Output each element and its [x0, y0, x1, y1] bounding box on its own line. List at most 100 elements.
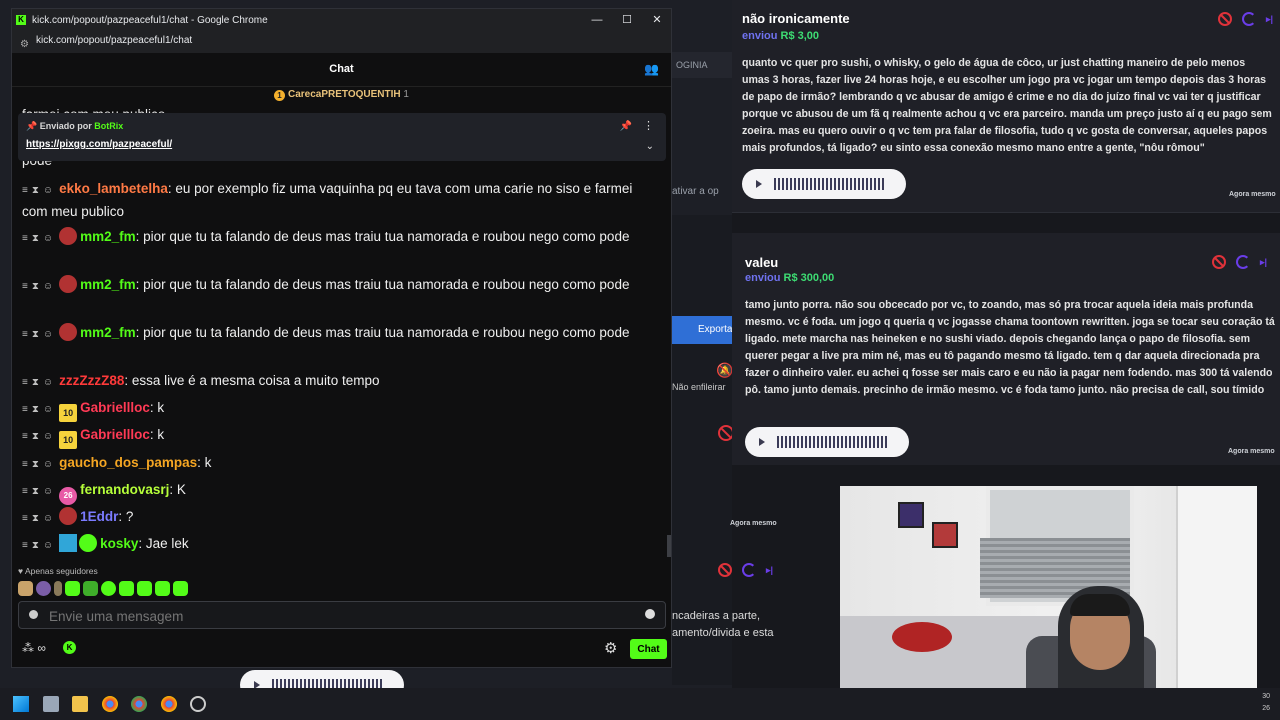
emoji-icon[interactable]: [645, 609, 655, 619]
block-icon[interactable]: [1218, 12, 1232, 26]
subscriber-badge: 10: [59, 404, 78, 422]
chat-messages: farmei com meu publico pode ≡⧗☺ekko_lamb…: [12, 105, 671, 567]
chrome-icon[interactable]: [131, 696, 147, 712]
chat-username[interactable]: mm2_fm: [80, 277, 136, 292]
chat-username[interactable]: fernandovasrj: [80, 482, 169, 497]
chat-message: ≡⧗☺ 10 Gabriellloc: k: [22, 424, 654, 449]
pinned-by-label: Enviado por: [39, 121, 92, 131]
sent-label: enviou: [742, 30, 778, 42]
bell-off-icon[interactable]: 🔕: [716, 362, 733, 379]
scrollbar[interactable]: [667, 535, 671, 557]
play-icon[interactable]: [759, 438, 765, 446]
mod-badges: ≡⧗☺: [22, 329, 58, 340]
chat-text: pior que tu ta falando de deus mas traiu…: [143, 325, 630, 340]
emote-icon[interactable]: [101, 581, 116, 596]
chat-input[interactable]: [47, 606, 641, 626]
donation-actions: ▸|: [1212, 255, 1267, 269]
file-explorer-icon[interactable]: [72, 696, 88, 712]
chat-username[interactable]: gaucho_dos_pampas: [59, 455, 197, 470]
verified-icon: [79, 534, 98, 552]
replay-icon[interactable]: [742, 563, 756, 577]
sent-label: enviou: [745, 272, 781, 284]
points-infinity[interactable]: ⁂ ∞: [22, 641, 46, 655]
background-nao-enfileirar[interactable]: Não enfileirar: [672, 382, 732, 392]
chevron-down-icon[interactable]: ⌄: [646, 141, 654, 152]
pinned-by: 📌 Enviado por BotRix: [26, 121, 123, 132]
url-text[interactable]: kick.com/popout/pazpeaceful1/chat: [36, 31, 192, 51]
emote-icon[interactable]: [137, 581, 152, 596]
emote-icon[interactable]: [155, 581, 170, 596]
background-export-button[interactable]: Exporta: [672, 316, 732, 344]
replay-icon[interactable]: [1242, 12, 1256, 26]
emote-icon[interactable]: [119, 581, 134, 596]
bot-name[interactable]: BotRix: [94, 121, 123, 131]
chat-text: essa live é a mesma coisa a muito tempo: [131, 373, 380, 388]
close-icon[interactable]: ✕: [642, 9, 672, 31]
minimize-icon[interactable]: —: [582, 9, 612, 31]
clock-date: 26: [1262, 705, 1270, 712]
donation-timestamp: Agora mesmo: [1229, 191, 1276, 198]
skip-icon[interactable]: ▸|: [1266, 14, 1273, 25]
app-icon[interactable]: [190, 696, 206, 712]
maximize-icon[interactable]: ☐: [612, 9, 642, 31]
picture-frame: [932, 522, 958, 548]
replay-icon[interactable]: [1236, 255, 1250, 269]
waveform: [777, 436, 889, 448]
chat-username[interactable]: Gabriellloc: [80, 427, 150, 442]
more-options-icon[interactable]: ⋮: [643, 119, 654, 132]
donation-amount: R$ 3,00: [780, 30, 820, 42]
chat-header: Chat 👥: [12, 53, 671, 87]
mod-badges: ≡⧗☺: [22, 233, 58, 244]
chrome-icon[interactable]: [102, 696, 118, 712]
waveform: [774, 178, 886, 190]
kick-points-icon[interactable]: K: [63, 641, 76, 654]
chat-username[interactable]: mm2_fm: [80, 325, 136, 340]
play-icon[interactable]: [756, 180, 762, 188]
chat-username[interactable]: Gabriellloc: [80, 400, 150, 415]
address-bar[interactable]: ⚙ kick.com/popout/pazpeaceful1/chat: [12, 31, 671, 53]
donation-amount: R$ 300,00: [783, 272, 835, 284]
calculator-icon[interactable]: [43, 696, 59, 712]
chat-username[interactable]: zzzZzzZ88: [59, 373, 124, 388]
mod-badges: ≡⧗☺: [22, 281, 58, 292]
mod-badges: ≡⧗☺: [22, 459, 58, 470]
donation-message: tamo junto porra. não sou obcecado por v…: [745, 299, 1275, 396]
chat-text: k: [157, 400, 165, 415]
audio-player[interactable]: [742, 169, 906, 199]
chat-text: k: [157, 427, 165, 442]
top-gifter[interactable]: 1 CarecaPRETOQUENTIH 1: [12, 89, 671, 101]
emote-icon[interactable]: [54, 581, 62, 596]
site-info-icon[interactable]: ⚙: [20, 35, 29, 55]
chat-username[interactable]: kosky: [100, 536, 138, 551]
skip-icon[interactable]: ▸|: [766, 565, 773, 576]
block-icon[interactable]: [1212, 255, 1226, 269]
start-menu-icon[interactable]: [13, 696, 29, 712]
block-icon[interactable]: [718, 563, 732, 577]
chat-username[interactable]: 1Eddr: [80, 509, 118, 524]
chat-message: ≡⧗☺ mm2_fm: pior que tu ta falando de deu…: [22, 275, 630, 293]
send-chat-button[interactable]: Chat: [630, 639, 667, 659]
chat-message: ≡⧗☺ mm2_fm: pior que tu ta falando de deu…: [22, 323, 630, 341]
unpin-icon[interactable]: 📌: [620, 121, 632, 132]
chat-username[interactable]: ekko_lambetelha: [59, 181, 168, 196]
user-avatar-icon: [59, 507, 78, 525]
audio-player[interactable]: [745, 427, 909, 457]
user-list-icon[interactable]: 👥: [644, 62, 659, 76]
chat-title: Chat: [329, 63, 354, 75]
gear-icon[interactable]: ⚙: [604, 639, 617, 657]
chat-input-box[interactable]: [18, 601, 666, 629]
emote-icon[interactable]: [18, 581, 33, 596]
donor-name: valeu: [745, 255, 779, 270]
pinned-link[interactable]: https://pixgg.com/pazpeaceful/: [26, 139, 172, 150]
emote-icon[interactable]: [83, 581, 98, 596]
chat-text: Jae lek: [145, 536, 189, 551]
emote-icon[interactable]: [173, 581, 188, 596]
emote-icon[interactable]: [65, 581, 80, 596]
mod-badges: ≡⧗☺: [22, 404, 58, 415]
user-avatar-icon: [59, 323, 78, 341]
skip-icon[interactable]: ▸|: [1260, 257, 1267, 268]
chat-username[interactable]: mm2_fm: [80, 229, 136, 244]
chat-footer: ⁂ ∞ K ⚙ Chat: [12, 639, 671, 663]
chrome-icon[interactable]: [161, 696, 177, 712]
emote-icon[interactable]: [36, 581, 51, 596]
